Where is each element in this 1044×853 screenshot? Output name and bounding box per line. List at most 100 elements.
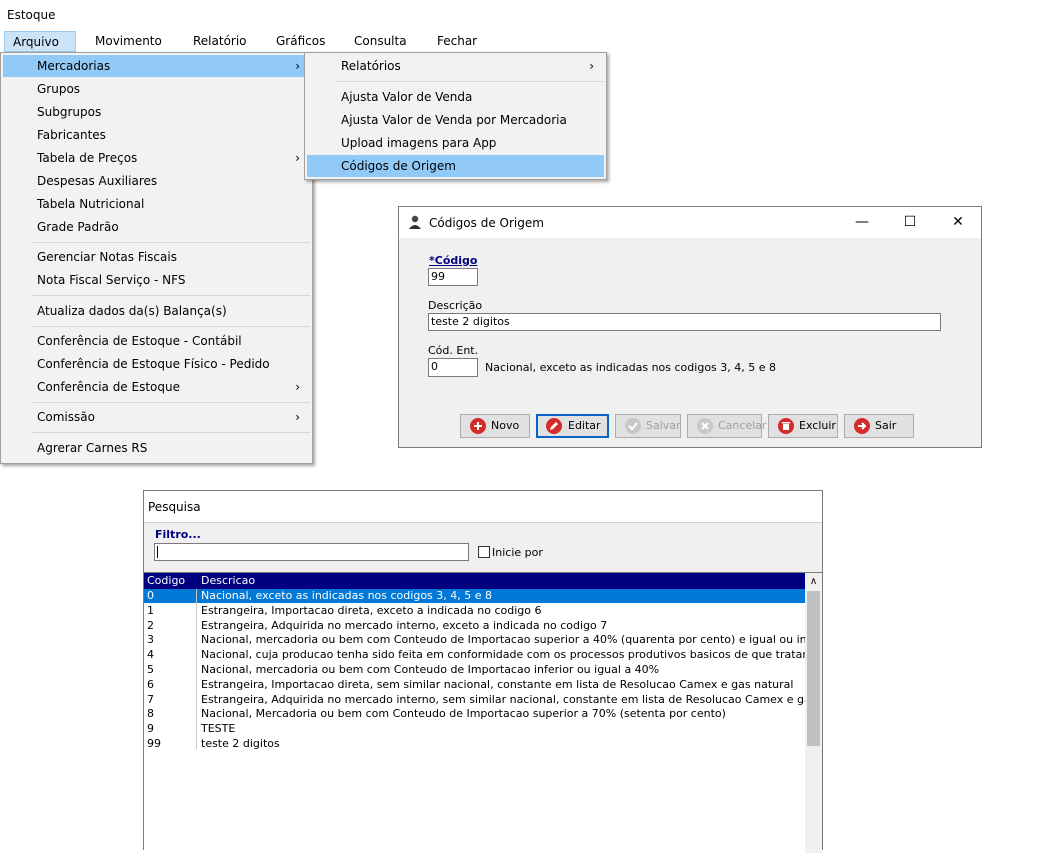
cell-codigo: 4 bbox=[147, 648, 154, 662]
menu-item-label: Comissão bbox=[37, 410, 95, 424]
menu-item-label: Conferência de Estoque bbox=[37, 380, 180, 394]
cell-codigo: 8 bbox=[147, 707, 154, 721]
menu-relatorio[interactable]: Relatório bbox=[185, 31, 255, 52]
window-titlebar: Códigos de Origem — ☐ ✕ bbox=[399, 207, 981, 238]
cod-ent-field[interactable]: 0 bbox=[428, 358, 478, 377]
menu-item-grupos[interactable]: Grupos bbox=[3, 78, 310, 100]
menu-item-mercadorias[interactable]: Mercadorias › bbox=[3, 55, 310, 77]
menu-item-agrerar-carnes[interactable]: Agrerar Carnes RS bbox=[3, 437, 310, 459]
cell-descricao: Nacional, exceto as indicadas nos codigo… bbox=[201, 589, 493, 602]
cell-descricao: Nacional, Mercadoria ou bem com Conteudo… bbox=[201, 707, 726, 721]
cell-codigo: 9 bbox=[147, 722, 154, 736]
menu-item-label: Mercadorias bbox=[37, 59, 111, 73]
pencil-icon bbox=[546, 418, 562, 434]
menu-item-atualiza-balancas[interactable]: Atualiza dados da(s) Balança(s) bbox=[3, 300, 310, 322]
grid-header: Codigo Descricao bbox=[144, 573, 805, 589]
menu-item-upload-imagens[interactable]: Upload imagens para App bbox=[307, 132, 604, 154]
pesquisa-window: Pesquisa Filtro... Inicie por Codigo Des… bbox=[143, 490, 823, 853]
table-row[interactable]: 8 Nacional, Mercadoria ou bem com Conteud… bbox=[144, 707, 805, 721]
table-row[interactable]: 4 Nacional, cuja producao tenha sido feit… bbox=[144, 648, 805, 662]
cell-descricao: TESTE bbox=[201, 722, 236, 736]
menu-item-tabela-nutricional[interactable]: Tabela Nutricional bbox=[3, 193, 310, 215]
scroll-thumb[interactable] bbox=[807, 591, 820, 746]
salvar-label: Salvar bbox=[646, 419, 681, 432]
table-row[interactable]: 1 Estrangeira, Importacao direta, exceto … bbox=[144, 604, 805, 618]
table-row[interactable]: 5 Nacional, mercadoria ou bem com Conteud… bbox=[144, 663, 805, 677]
menu-item-conferencia-contabil[interactable]: Conferência de Estoque - Contábil bbox=[3, 330, 310, 352]
table-row[interactable]: 3 Nacional, mercadoria ou bem com Conteud… bbox=[144, 633, 805, 647]
submenu-arrow-icon: › bbox=[295, 151, 300, 165]
editar-label: Editar bbox=[568, 419, 601, 432]
maximize-button[interactable]: ☐ bbox=[887, 207, 933, 238]
column-header-descricao[interactable]: Descricao bbox=[201, 574, 255, 587]
window-title: Pesquisa bbox=[148, 500, 201, 514]
menu-separator bbox=[31, 295, 310, 296]
codigo-label: *Código bbox=[429, 254, 478, 267]
codigo-field[interactable]: 99 bbox=[428, 268, 478, 286]
menu-item-ajusta-valor-venda[interactable]: Ajusta Valor de Venda bbox=[307, 86, 604, 108]
menu-item-codigos-origem[interactable]: Códigos de Origem bbox=[307, 155, 604, 177]
table-row[interactable]: 7 Estrangeira, Adquirida no mercado inter… bbox=[144, 693, 805, 707]
cell-codigo: 1 bbox=[147, 603, 154, 617]
excluir-button[interactable]: Excluir bbox=[768, 414, 838, 438]
descricao-field[interactable]: teste 2 digitos bbox=[428, 313, 941, 331]
menu-item-grade-padrao[interactable]: Grade Padrão bbox=[3, 216, 310, 238]
table-row[interactable]: 0 Nacional, exceto as indicadas nos codig… bbox=[144, 589, 805, 603]
menu-item-fabricantes[interactable]: Fabricantes bbox=[3, 124, 310, 146]
cancelar-label: Cancelar bbox=[718, 419, 767, 432]
scroll-up-icon[interactable]: ∧ bbox=[805, 573, 822, 590]
novo-button[interactable]: Novo bbox=[460, 414, 530, 438]
table-row[interactable]: 2 Estrangeira, Adquirida no mercado inter… bbox=[144, 619, 805, 633]
table-row[interactable]: 9 TESTE bbox=[144, 722, 805, 736]
inicie-por-label: Inicie por bbox=[492, 546, 543, 559]
cancel-icon bbox=[697, 418, 713, 434]
cell-descricao: Estrangeira, Importacao direta, exceto a… bbox=[201, 603, 542, 617]
menu-fechar[interactable]: Fechar bbox=[429, 31, 485, 52]
menu-movimento[interactable]: Movimento bbox=[87, 31, 170, 52]
menu-item-conferencia-fisico[interactable]: Conferência de Estoque Físico - Pedido bbox=[3, 353, 310, 375]
menu-item-nota-fiscal-servico[interactable]: Nota Fiscal Serviço - NFS bbox=[3, 269, 310, 291]
menu-item-tabela-precos[interactable]: Tabela de Preços › bbox=[3, 147, 310, 169]
menu-arquivo[interactable]: Arquivo bbox=[4, 31, 76, 52]
salvar-button[interactable]: Salvar bbox=[615, 414, 681, 438]
results-grid: Codigo Descricao 0 Nacional, exceto as in… bbox=[144, 572, 822, 853]
submenu-arrow-icon: › bbox=[295, 380, 300, 394]
filtro-input[interactable] bbox=[154, 543, 469, 561]
column-header-codigo[interactable]: Codigo bbox=[147, 574, 185, 587]
sair-label: Sair bbox=[875, 419, 897, 432]
cell-codigo: 5 bbox=[147, 663, 154, 676]
menu-item-ajusta-valor-mercadoria[interactable]: Ajusta Valor de Venda por Mercadoria bbox=[307, 109, 604, 131]
cell-codigo: 7 bbox=[147, 692, 154, 706]
excluir-label: Excluir bbox=[799, 419, 836, 432]
close-button[interactable]: ✕ bbox=[935, 207, 981, 238]
filtro-label: Filtro... bbox=[155, 528, 201, 541]
menubar: Arquivo Movimento Relatório Gráficos Con… bbox=[0, 31, 607, 52]
novo-label: Novo bbox=[491, 419, 520, 432]
table-row[interactable]: 99 teste 2 digitos bbox=[144, 737, 805, 751]
menu-item-conferencia-estoque[interactable]: Conferência de Estoque › bbox=[3, 376, 310, 398]
cancelar-button[interactable]: Cancelar bbox=[687, 414, 767, 438]
menu-item-subgrupos[interactable]: Subgrupos bbox=[3, 101, 310, 123]
menu-separator bbox=[31, 432, 310, 433]
editar-button[interactable]: Editar bbox=[536, 414, 609, 438]
cell-codigo: 0 bbox=[147, 589, 154, 602]
menu-separator bbox=[335, 81, 604, 82]
vertical-scrollbar[interactable]: ∧ bbox=[805, 573, 822, 853]
cell-codigo: 6 bbox=[147, 677, 154, 691]
app-title: Estoque bbox=[7, 8, 56, 22]
sair-button[interactable]: Sair bbox=[844, 414, 914, 438]
menu-item-comissao[interactable]: Comissão › bbox=[3, 406, 310, 428]
cell-codigo: 99 bbox=[147, 737, 161, 750]
menu-item-relatorios[interactable]: Relatórios › bbox=[307, 55, 604, 77]
menu-item-despesas-auxiliares[interactable]: Despesas Auxiliares bbox=[3, 170, 310, 192]
codigos-origem-window: Códigos de Origem — ☐ ✕ *Código 99 Descr… bbox=[398, 206, 982, 448]
inicie-por-checkbox[interactable] bbox=[478, 546, 490, 558]
text-cursor bbox=[157, 546, 158, 558]
menu-consulta[interactable]: Consulta bbox=[346, 31, 415, 52]
cell-descricao: Nacional, cuja producao tenha sido feita… bbox=[201, 648, 805, 662]
minimize-button[interactable]: — bbox=[839, 207, 885, 238]
menu-graficos[interactable]: Gráficos bbox=[268, 31, 333, 52]
cell-descricao: Estrangeira, Adquirida no mercado intern… bbox=[201, 618, 608, 632]
table-row[interactable]: 6 Estrangeira, Importacao direta, sem sim… bbox=[144, 678, 805, 692]
menu-item-gerenciar-notas[interactable]: Gerenciar Notas Fiscais bbox=[3, 246, 310, 268]
